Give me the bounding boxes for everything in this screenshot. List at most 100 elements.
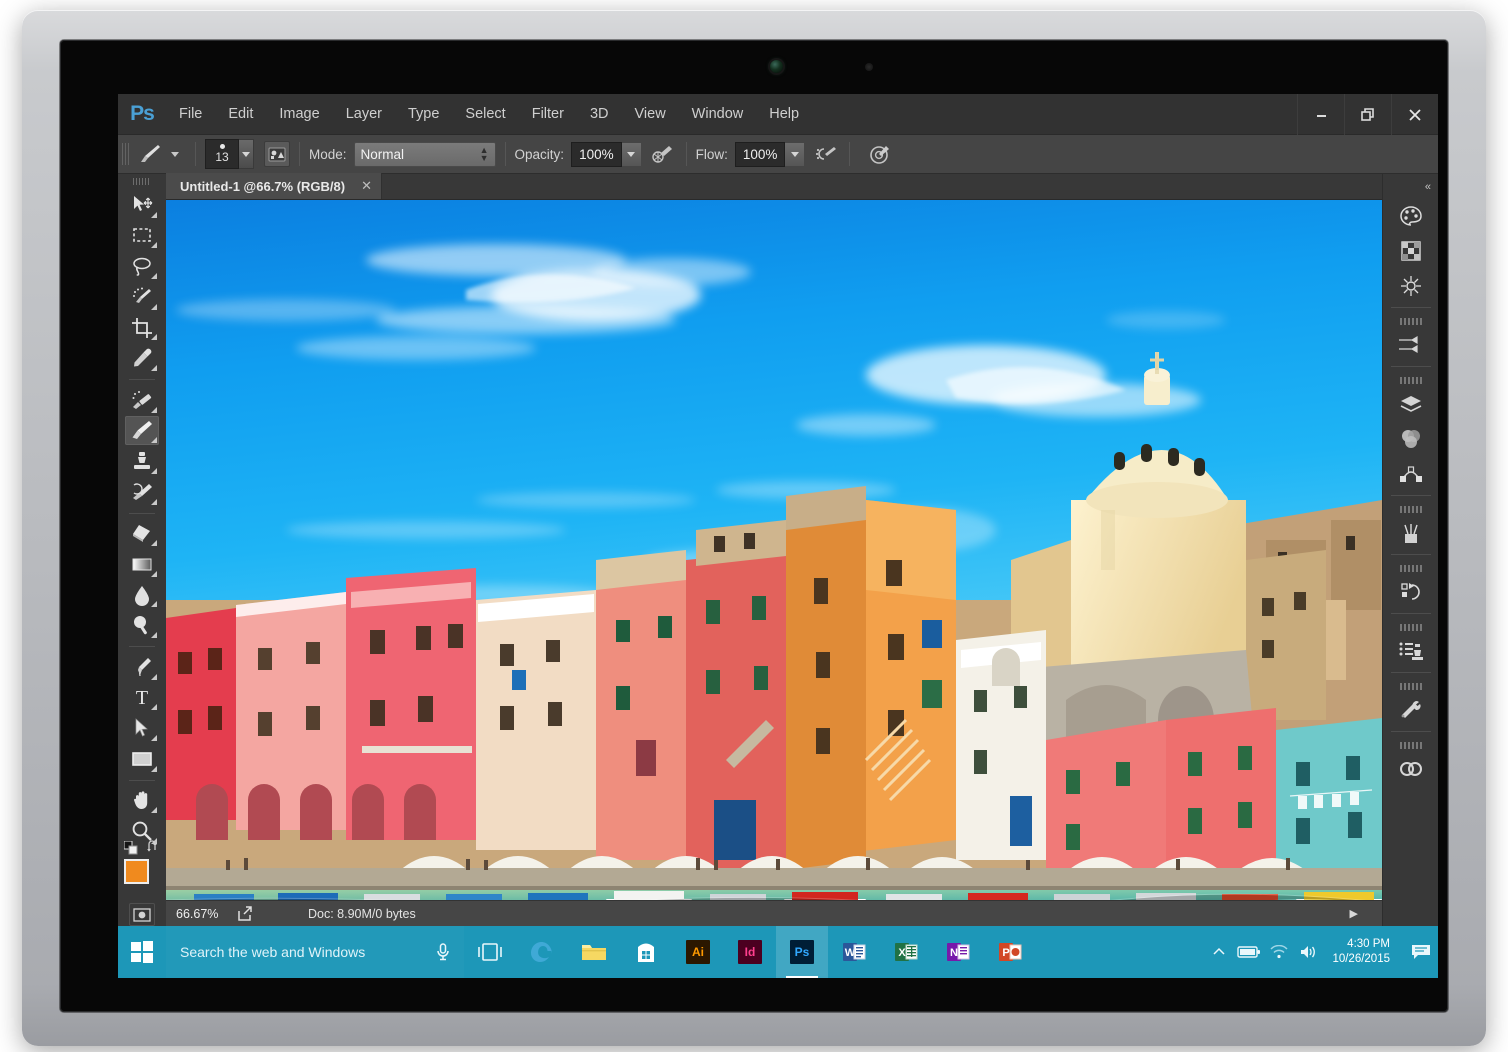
menu-image[interactable]: Image: [266, 94, 332, 135]
tool-spot-healing-brush-tool[interactable]: [125, 385, 159, 415]
panel-layers-panel[interactable]: [1391, 386, 1431, 421]
opacity-field[interactable]: 100%: [571, 142, 622, 167]
collapse-panels-icon[interactable]: «: [1383, 176, 1438, 198]
quick-mask-toggle[interactable]: [129, 903, 155, 926]
panel-group-grip[interactable]: [1400, 318, 1422, 325]
menu-file[interactable]: File: [166, 94, 215, 135]
panel-color-panel[interactable]: [1391, 198, 1431, 233]
tool-clone-stamp-tool[interactable]: [125, 446, 159, 476]
panel-actions-panel[interactable]: [1391, 633, 1431, 668]
battery-icon[interactable]: [1234, 926, 1264, 978]
status-bar-expand-icon[interactable]: ▶: [1350, 907, 1358, 920]
tool-rectangle-tool[interactable]: [125, 744, 159, 774]
tool-type-tool[interactable]: T: [125, 683, 159, 713]
panel-group-grip-7[interactable]: [1400, 742, 1422, 749]
taskbar-app-microsoft-edge[interactable]: [516, 926, 568, 978]
panel-paths-panel[interactable]: [1391, 456, 1431, 491]
tool-eyedropper-tool[interactable]: [125, 343, 159, 373]
menu-type[interactable]: Type: [395, 94, 452, 135]
tool-path-selection-tool[interactable]: [125, 713, 159, 743]
flow-dropdown-button[interactable]: [785, 142, 805, 167]
taskbar-app-microsoft-excel[interactable]: X: [880, 926, 932, 978]
panel-group-grip-6[interactable]: [1400, 683, 1422, 690]
tool-brush-tool[interactable]: [125, 416, 159, 446]
tool-gradient-tool[interactable]: [125, 549, 159, 579]
task-view-button[interactable]: [464, 926, 516, 978]
smoothing-options-icon[interactable]: [866, 140, 894, 168]
panel-creative-cloud-panel[interactable]: [1391, 751, 1431, 786]
document-tab[interactable]: Untitled-1 @66.7% (RGB/8) ✕: [166, 173, 382, 199]
volume-icon[interactable]: [1294, 926, 1324, 978]
airbrush-icon[interactable]: [812, 140, 840, 168]
minimize-button[interactable]: [1297, 94, 1344, 135]
tools-divider-4: [129, 780, 155, 781]
flow-field[interactable]: 100%: [735, 142, 786, 167]
tool-move-tool[interactable]: [125, 190, 159, 220]
panel-group-grip-5[interactable]: [1400, 624, 1422, 631]
panel-swatches-panel[interactable]: [1391, 233, 1431, 268]
menu-3d[interactable]: 3D: [577, 94, 622, 135]
close-button[interactable]: [1391, 94, 1438, 135]
brush-preset-chevron-down-icon[interactable]: [171, 152, 179, 157]
menu-view[interactable]: View: [622, 94, 679, 135]
tool-eraser-tool[interactable]: [125, 518, 159, 548]
tool-dodge-tool[interactable]: [125, 610, 159, 640]
tool-pen-tool[interactable]: [125, 652, 159, 682]
microphone-icon[interactable]: [432, 940, 454, 964]
tool-hand-tool[interactable]: [125, 786, 159, 816]
illustrator-icon: Ai: [686, 940, 710, 964]
tool-rectangular-marquee-tool[interactable]: [125, 221, 159, 251]
menu-window[interactable]: Window: [679, 94, 757, 135]
tool-blur-tool[interactable]: [125, 580, 159, 610]
tool-lasso-tool[interactable]: [125, 251, 159, 281]
tool-history-brush-tool[interactable]: [125, 477, 159, 507]
document-tab-close-icon[interactable]: ✕: [361, 178, 372, 194]
options-bar-grip[interactable]: [122, 143, 131, 165]
panel-tool-presets-panel[interactable]: [1391, 692, 1431, 727]
share-icon[interactable]: [234, 903, 256, 925]
tools-panel-grip[interactable]: [133, 178, 151, 185]
opacity-dropdown-button[interactable]: [622, 142, 642, 167]
action-center-icon[interactable]: [1404, 926, 1438, 978]
restore-button[interactable]: [1344, 94, 1391, 135]
taskbar-app-adobe-illustrator[interactable]: Ai: [672, 926, 724, 978]
panel-brush-settings-panel[interactable]: [1391, 327, 1431, 362]
brush-size-dropdown-button[interactable]: [239, 139, 254, 169]
clock[interactable]: 4:30 PM 10/26/2015: [1324, 926, 1404, 978]
taskbar-app-microsoft-powerpoint[interactable]: P: [984, 926, 1036, 978]
panel-group-grip-2[interactable]: [1400, 377, 1422, 384]
panel-channels-panel[interactable]: [1391, 421, 1431, 456]
network-icon[interactable]: [1264, 926, 1294, 978]
taskbar-app-microsoft-word[interactable]: W: [828, 926, 880, 978]
menu-layer[interactable]: Layer: [333, 94, 395, 135]
brush-preview-icon[interactable]: [136, 141, 164, 167]
show-hidden-icons-chevron-up-icon[interactable]: [1204, 926, 1234, 978]
taskbar-app-windows-store[interactable]: [620, 926, 672, 978]
canvas-area[interactable]: [166, 200, 1382, 900]
panel-group-grip-4[interactable]: [1400, 565, 1422, 572]
taskbar-app-microsoft-onenote[interactable]: N: [932, 926, 984, 978]
search-input[interactable]: Search the web and Windows: [166, 926, 464, 978]
menu-edit[interactable]: Edit: [215, 94, 266, 135]
taskbar-app-file-explorer[interactable]: [568, 926, 620, 978]
pressure-for-size-toggle[interactable]: [264, 141, 290, 167]
tool-quick-selection-tool[interactable]: [125, 282, 159, 312]
menu-select[interactable]: Select: [452, 94, 518, 135]
menu-filter[interactable]: Filter: [519, 94, 577, 135]
panel-group-grip-3[interactable]: [1400, 506, 1422, 513]
menu-help[interactable]: Help: [756, 94, 812, 135]
default-colors-icon[interactable]: [124, 841, 136, 853]
zoom-level-field[interactable]: 66.67%: [172, 905, 234, 923]
tool-crop-tool[interactable]: [125, 313, 159, 343]
panel-brush-presets-panel[interactable]: [1391, 515, 1431, 550]
pressure-for-opacity-icon[interactable]: [649, 140, 677, 168]
foreground-color-swatch[interactable]: [124, 859, 149, 884]
swap-colors-icon[interactable]: [146, 840, 160, 857]
taskbar-app-adobe-indesign[interactable]: Id: [724, 926, 776, 978]
panel-history-panel[interactable]: [1391, 574, 1431, 609]
taskbar-app-adobe-photoshop[interactable]: Ps: [776, 926, 828, 978]
panel-adjustments-panel[interactable]: [1391, 268, 1431, 303]
brush-size-field[interactable]: 13: [205, 139, 239, 169]
blend-mode-select[interactable]: Normal ▲▼: [354, 142, 496, 167]
start-button[interactable]: [118, 926, 166, 978]
